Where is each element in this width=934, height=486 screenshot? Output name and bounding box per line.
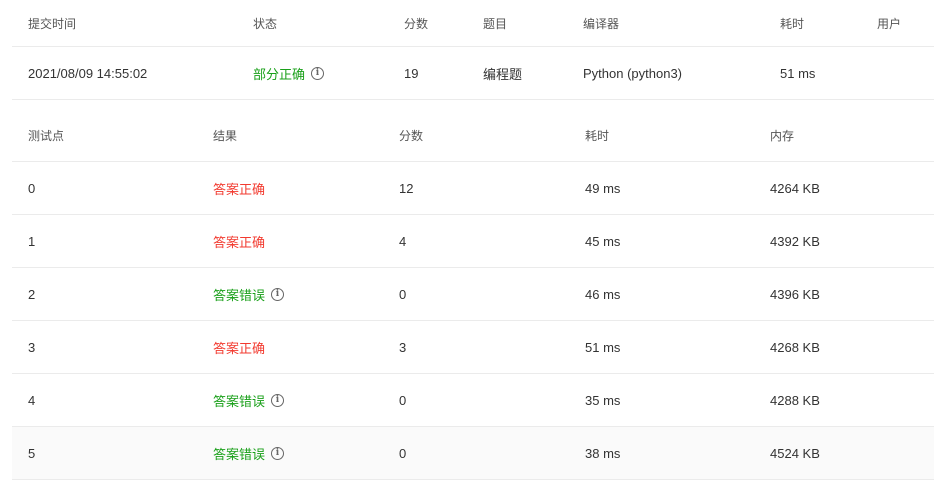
case-id: 3 <box>28 339 36 355</box>
case-memory: 4264 KB <box>770 180 820 196</box>
table-row: 2 答案错误 i 0 46 ms 4396 KB <box>12 268 934 321</box>
case-time: 49 ms <box>585 180 621 196</box>
case-time: 38 ms <box>585 445 621 461</box>
header-time: 耗时 <box>585 129 610 143</box>
result-text: 答案正确 <box>213 234 266 250</box>
submission-header-row: 提交时间 状态 分数 题目 编译器 耗时 用户 <box>12 0 934 47</box>
header-duration: 耗时 <box>780 16 805 31</box>
case-id: 5 <box>28 445 36 461</box>
case-memory: 4392 KB <box>770 233 820 249</box>
case-time: 51 ms <box>585 339 621 355</box>
case-id: 1 <box>28 233 36 249</box>
table-row: 0 答案正确 12 49 ms 4264 KB <box>12 162 934 215</box>
header-score: 分数 <box>404 16 429 31</box>
header-problem: 题目 <box>483 16 508 31</box>
info-icon[interactable]: i <box>271 287 285 301</box>
case-score: 0 <box>399 392 407 408</box>
case-score: 0 <box>399 286 407 302</box>
result-cell: 答案错误 i <box>213 427 285 479</box>
table-row: 4 答案错误 i 0 35 ms 4288 KB <box>12 374 934 427</box>
case-score: 3 <box>399 339 407 355</box>
result-cell: 答案正确 <box>213 321 265 373</box>
result-text: 答案正确 <box>213 340 266 356</box>
testcase-table: 测试点 结果 分数 耗时 内存 0 答案正确 12 49 ms 4264 KB … <box>12 110 934 480</box>
case-id: 2 <box>28 286 36 302</box>
info-icon[interactable]: i <box>311 66 325 80</box>
score: 19 <box>404 65 419 81</box>
case-memory: 4288 KB <box>770 392 820 408</box>
info-icon[interactable]: i <box>271 393 285 407</box>
case-time: 35 ms <box>585 392 621 408</box>
case-time: 45 ms <box>585 233 621 249</box>
case-score: 4 <box>399 233 407 249</box>
case-id: 0 <box>28 180 36 196</box>
status-text[interactable]: 部分正确 <box>253 64 305 83</box>
case-memory: 4396 KB <box>770 286 820 302</box>
result-cell: 答案正确 <box>213 215 265 267</box>
duration: 51 ms <box>780 65 816 81</box>
header-case: 测试点 <box>28 129 65 143</box>
case-score: 0 <box>399 445 407 461</box>
case-memory: 4268 KB <box>770 339 820 355</box>
case-score: 12 <box>399 180 414 196</box>
result-cell: 答案正确 <box>213 162 265 214</box>
result-text: 答案错误 <box>213 446 266 462</box>
header-user: 用户 <box>877 16 902 31</box>
submission-row: 2021/08/09 14:55:02 部分正确 i 19 编程题 Python… <box>12 47 934 100</box>
header-score: 分数 <box>399 129 424 143</box>
testcase-header-row: 测试点 结果 分数 耗时 内存 <box>12 110 934 162</box>
header-result: 结果 <box>213 129 238 143</box>
info-icon[interactable]: i <box>271 446 285 460</box>
result-text: 答案正确 <box>213 181 266 197</box>
header-submit-time: 提交时间 <box>28 16 77 31</box>
table-row: 3 答案正确 3 51 ms 4268 KB <box>12 321 934 374</box>
case-memory: 4524 KB <box>770 445 820 461</box>
result-cell: 答案错误 i <box>213 374 285 426</box>
table-row: 5 答案错误 i 0 38 ms 4524 KB <box>12 427 934 480</box>
result-text: 答案错误 <box>213 393 266 409</box>
header-status: 状态 <box>253 16 278 31</box>
header-compiler: 编译器 <box>583 16 620 31</box>
result-cell: 答案错误 i <box>213 268 285 320</box>
result-text: 答案错误 <box>213 287 266 303</box>
case-id: 4 <box>28 392 36 408</box>
problem-link[interactable]: 编程题 <box>483 47 522 99</box>
status-cell: 部分正确 i <box>253 47 325 99</box>
submission-table: 提交时间 状态 分数 题目 编译器 耗时 用户 2021/08/09 14:55… <box>12 0 934 100</box>
header-memory: 内存 <box>770 129 795 143</box>
compiler: Python (python3) <box>583 65 683 81</box>
case-time: 46 ms <box>585 286 621 302</box>
table-row: 1 答案正确 4 45 ms 4392 KB <box>12 215 934 268</box>
submit-time: 2021/08/09 14:55:02 <box>28 65 148 81</box>
